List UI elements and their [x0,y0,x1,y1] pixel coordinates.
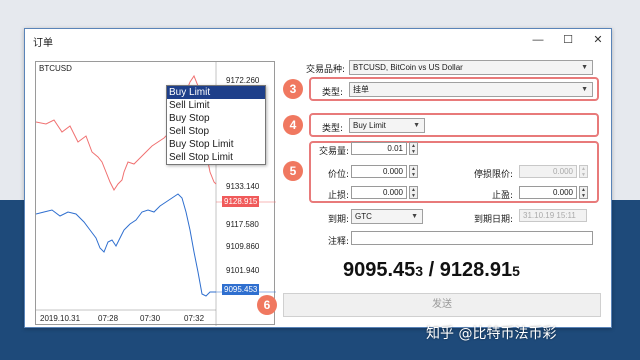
price-label-1: 9172.260 [226,76,260,85]
menu-item-buy-limit[interactable]: Buy Limit [167,86,265,99]
ask-quote-main: 9128.91 [439,259,513,281]
price-label-4: 9109.860 [226,242,260,251]
price-stepper[interactable]: ▲ ▼ [409,165,418,178]
order-type-select[interactable]: Buy Limit ▼ [349,118,425,133]
symbol-value: BTCUSD, BitCoin vs US Dollar [353,63,463,72]
stop-loss-label: 止损: [327,191,349,201]
expiry-date-label: 到期日期: [473,215,513,225]
chevron-down-icon: ▼ [411,213,418,220]
menu-item-sell-limit[interactable]: Sell Limit [167,99,265,112]
time-label-1: 07:28 [98,314,119,323]
order-type-label: 类型: [321,124,343,134]
order-window: 订单 — ☐ ✕ BTCUSD 9172.260 9133.140 9128.9… [24,28,612,328]
expiry-select[interactable]: GTC ▼ [351,209,423,224]
take-profit-input[interactable]: 0.000 [519,186,577,199]
time-label-2: 07:30 [140,314,161,323]
bid-line [36,193,216,297]
bid-price-tag: 9095.453 [222,284,260,295]
chevron-down-icon: ▼ [413,122,420,129]
time-label-date: 2019.10.31 [40,314,81,323]
quote-separator: / [423,259,440,281]
step-badge-5: 5 [283,161,303,181]
expiry-label: 到期: [327,215,349,225]
stop-limit-stepper[interactable]: ▲ ▼ [579,165,588,178]
stop-loss-input[interactable]: 0.000 [351,186,407,199]
type-select[interactable]: 挂单 ▼ [349,82,593,97]
minimize-icon[interactable]: — [523,29,553,51]
take-profit-stepper[interactable]: ▲ ▼ [579,186,588,199]
window-title: 订单 [33,38,53,49]
ask-quote-small: 5 [512,263,520,279]
ask-price-tag: 9128.915 [222,196,260,207]
price-label-2: 9133.140 [226,182,260,191]
bid-quote-small: 3 [415,263,424,279]
maximize-icon[interactable]: ☐ [553,29,583,51]
step-badge-3: 3 [283,79,303,99]
close-icon[interactable]: ✕ [583,29,611,51]
price-label-3: 9117.580 [226,220,259,229]
menu-item-buy-stop-limit[interactable]: Buy Stop Limit [167,138,265,151]
step-badge-6: 6 [257,295,277,315]
price-label-5: 9101.940 [226,266,260,275]
step-badge-4: 4 [283,115,303,135]
order-type-dropdown-list[interactable]: Buy Limit Sell Limit Buy Stop Sell Stop … [166,85,266,165]
type-label: 类型: [321,88,343,98]
comment-label: 注释: [327,237,349,247]
volume-label: 交易量: [318,147,349,157]
stop-limit-input[interactable]: 0.000 [519,165,577,178]
stop-loss-stepper[interactable]: ▲ ▼ [409,186,418,199]
menu-item-sell-stop[interactable]: Sell Stop [167,125,265,138]
chevron-down-icon: ▼ [581,64,588,71]
expiry-date-input[interactable]: 31.10.19 15:11 [519,209,587,222]
menu-item-sell-stop-limit[interactable]: Sell Stop Limit [167,151,265,164]
symbol-select[interactable]: BTCUSD, BitCoin vs US Dollar ▼ [349,60,593,75]
stop-limit-label: 停损限价: [473,170,513,180]
type-value: 挂单 [353,85,369,94]
title-bar: 订单 — ☐ ✕ [25,29,611,51]
chevron-down-icon: ▼ [581,86,588,93]
volume-input[interactable]: 0.01 [351,142,407,155]
watermark: 知乎 @比特币法币彩 [426,326,557,342]
order-type-value: Buy Limit [353,121,386,130]
time-label-3: 07:32 [184,314,205,323]
comment-input[interactable] [351,231,593,245]
expiry-value: GTC [355,212,372,221]
price-label: 价位: [327,170,349,180]
bid-quote-main: 9095.45 [343,259,416,281]
menu-item-buy-stop[interactable]: Buy Stop [167,112,265,125]
take-profit-label: 止盈: [491,191,513,201]
volume-stepper[interactable]: ▲ ▼ [409,142,418,155]
price-input[interactable]: 0.000 [351,165,407,178]
send-button[interactable]: 发送 [283,293,601,317]
quote-display: 9095.453 / 9128.915 [343,259,520,282]
symbol-label: 交易品种: [305,65,345,75]
